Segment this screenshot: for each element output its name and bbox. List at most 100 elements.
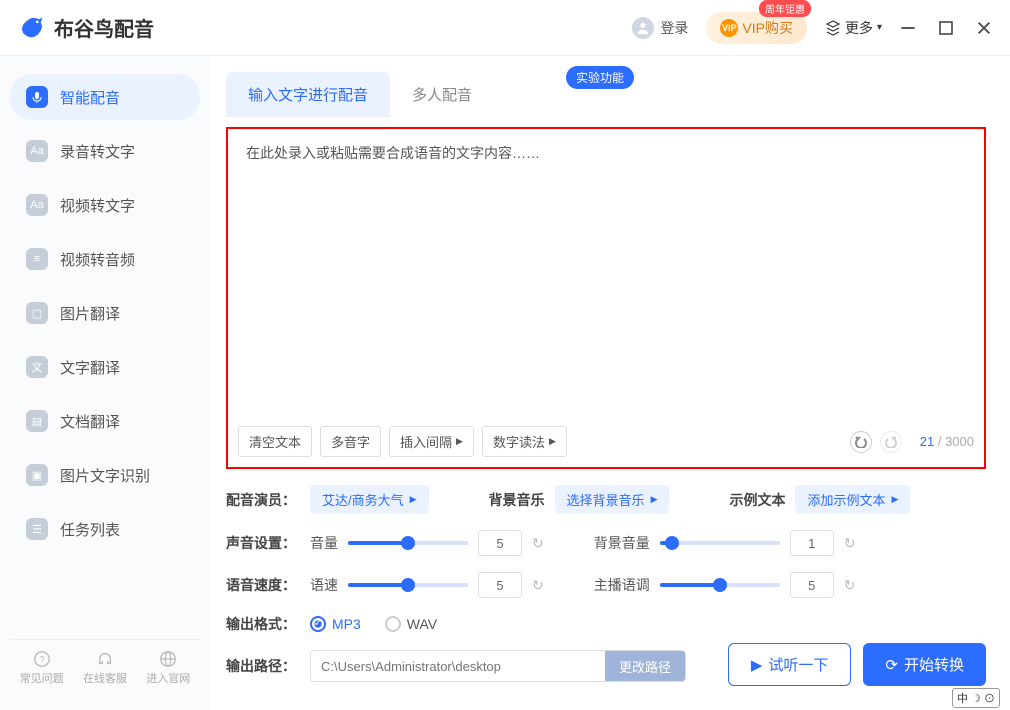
redo-icon — [885, 436, 897, 448]
question-icon: ? — [33, 650, 51, 668]
speed-label: 语音速度： — [226, 575, 300, 595]
volume-value[interactable]: 5 — [478, 530, 522, 556]
minimize-button[interactable] — [900, 20, 916, 36]
redo-button[interactable] — [880, 431, 902, 453]
more-label: 更多 — [845, 18, 873, 38]
format-wav-radio[interactable]: WAV — [385, 616, 437, 632]
sidebar-item-image-translate[interactable]: ▢ 图片翻译 — [10, 290, 200, 336]
format-mp3-radio[interactable]: MP3 — [310, 616, 361, 632]
sidebar-item-label: 智能配音 — [60, 87, 120, 108]
sidebar-footer: ?常见问题 在线客服 进入官网 — [10, 639, 200, 692]
reset-icon[interactable]: ↻ — [532, 535, 544, 552]
text-input[interactable] — [246, 143, 966, 413]
vip-icon: VIP — [720, 19, 738, 37]
pitch-label: 主播语调 — [594, 575, 650, 595]
bgvol-label: 背景音量 — [594, 533, 650, 553]
rate-label: 语速 — [310, 575, 338, 595]
app-logo: 布谷鸟配音 — [18, 13, 154, 42]
sidebar-item-label: 任务列表 — [60, 519, 120, 540]
number-reading-button[interactable]: 数字读法▶ — [482, 426, 567, 457]
insert-pause-button[interactable]: 插入间隔▶ — [389, 426, 474, 457]
vip-badge: 周年钜惠 — [759, 0, 811, 17]
maximize-button[interactable] — [938, 20, 954, 36]
website-link[interactable]: 进入官网 — [146, 650, 190, 686]
polyphony-button[interactable]: 多音字 — [320, 426, 381, 457]
bird-icon — [18, 14, 46, 42]
text-icon: 文 — [26, 356, 48, 378]
row-actor: 配音演员： 艾达/商务大气▶ 背景音乐 选择背景音乐▶ 示例文本 添加示例文本▶ — [226, 485, 986, 514]
sidebar-item-video2text[interactable]: Aa 视频转文字 — [10, 182, 200, 228]
wave-icon: ≡ — [26, 248, 48, 270]
sidebar-item-video2audio[interactable]: ≡ 视频转音频 — [10, 236, 200, 282]
reset-icon[interactable]: ↻ — [532, 577, 544, 594]
path-label: 输出路径： — [226, 656, 300, 676]
login-button[interactable]: 登录 — [632, 17, 688, 39]
radio-dot-icon — [310, 616, 326, 632]
ocr-icon: ▣ — [26, 464, 48, 486]
triangle-right-icon: ▶ — [549, 436, 556, 447]
mic-icon — [26, 86, 48, 108]
sidebar-item-doc-translate[interactable]: ▤文档翻译 — [10, 398, 200, 444]
image-icon: ▢ — [26, 302, 48, 324]
sound-label: 声音设置： — [226, 533, 300, 553]
support-link[interactable]: 在线客服 — [83, 650, 127, 686]
sidebar-item-label: 录音转文字 — [60, 141, 135, 162]
faq-link[interactable]: ?常见问题 — [20, 650, 64, 686]
bgvol-value[interactable]: 1 — [790, 530, 834, 556]
volume-slider[interactable] — [348, 541, 468, 545]
sample-label: 示例文本 — [729, 490, 785, 510]
text-editor-frame: 清空文本 多音字 插入间隔▶ 数字读法▶ 21 / 3000 — [226, 127, 986, 469]
preview-button[interactable]: ▶试听一下 — [728, 643, 852, 686]
path-field[interactable] — [311, 659, 605, 674]
sidebar-item-tts[interactable]: 智能配音 — [10, 74, 200, 120]
sidebar-item-audio2text[interactable]: Aa录音转文字 — [10, 128, 200, 174]
triangle-right-icon: ▶ — [410, 494, 417, 505]
pitch-value[interactable]: 5 — [790, 572, 834, 598]
row-sound: 声音设置： 音量 5 ↻ 背景音量 1 ↻ — [226, 530, 986, 556]
radio-dot-icon — [385, 616, 401, 632]
bgm-select[interactable]: 选择背景音乐▶ — [555, 485, 670, 514]
triangle-right-icon: ▶ — [651, 494, 658, 505]
tab-text-input[interactable]: 输入文字进行配音 — [226, 72, 390, 117]
rate-slider[interactable] — [348, 583, 468, 587]
sidebar-item-label: 图片翻译 — [60, 303, 120, 324]
vip-label: VIP购买 — [742, 18, 793, 38]
sidebar-item-label: 视频转文字 — [60, 195, 135, 216]
sidebar-item-label: 图片文字识别 — [60, 465, 150, 486]
sidebar-item-label: 文字翻译 — [60, 357, 120, 378]
actor-label: 配音演员： — [226, 490, 300, 510]
reset-icon[interactable]: ↻ — [844, 577, 856, 594]
bgm-label: 背景音乐 — [489, 490, 545, 510]
close-button[interactable] — [976, 20, 992, 36]
actor-select[interactable]: 艾达/商务大气▶ — [310, 485, 429, 514]
bgvol-slider[interactable] — [660, 541, 780, 545]
ime-indicator[interactable]: 中 ☽ ⊙ — [952, 688, 1000, 708]
list-icon: ☰ — [26, 518, 48, 540]
reset-icon[interactable]: ↻ — [844, 535, 856, 552]
change-path-button[interactable]: 更改路径 — [605, 651, 685, 681]
more-menu[interactable]: 更多 ▾ — [825, 18, 882, 38]
play-icon: ▶ — [751, 656, 763, 674]
undo-icon — [855, 436, 867, 448]
main-panel: 输入文字进行配音 多人配音 实验功能 清空文本 多音字 插入间隔▶ 数字读法▶ … — [210, 56, 1010, 710]
vip-button[interactable]: VIP VIP购买 周年钜惠 — [706, 12, 807, 44]
sidebar-item-text-translate[interactable]: 文文字翻译 — [10, 344, 200, 390]
app-title: 布谷鸟配音 — [54, 13, 154, 42]
globe-icon — [159, 650, 177, 668]
sidebar-item-tasks[interactable]: ☰ 任务列表 — [10, 506, 200, 552]
doc-icon: ▤ — [26, 410, 48, 432]
sample-select[interactable]: 添加示例文本▶ — [795, 485, 910, 514]
convert-button[interactable]: ⟳开始转换 — [863, 643, 986, 686]
tab-multi-voice[interactable]: 多人配音 — [390, 72, 494, 117]
aa-icon: Aa — [26, 194, 48, 216]
sidebar-item-label: 视频转音频 — [60, 249, 135, 270]
clear-text-button[interactable]: 清空文本 — [238, 426, 312, 457]
row-path: 输出路径： 更改路径 — [226, 650, 686, 682]
output-path: 更改路径 — [310, 650, 686, 682]
sidebar-item-ocr[interactable]: ▣ 图片文字识别 — [10, 452, 200, 498]
chevron-down-icon: ▾ — [877, 22, 882, 33]
sidebar: 智能配音 Aa录音转文字 Aa视频转文字 ≡视频转音频 ▢图片翻译 文文字翻译 … — [0, 56, 210, 710]
pitch-slider[interactable] — [660, 583, 780, 587]
rate-value[interactable]: 5 — [478, 572, 522, 598]
undo-button[interactable] — [850, 431, 872, 453]
